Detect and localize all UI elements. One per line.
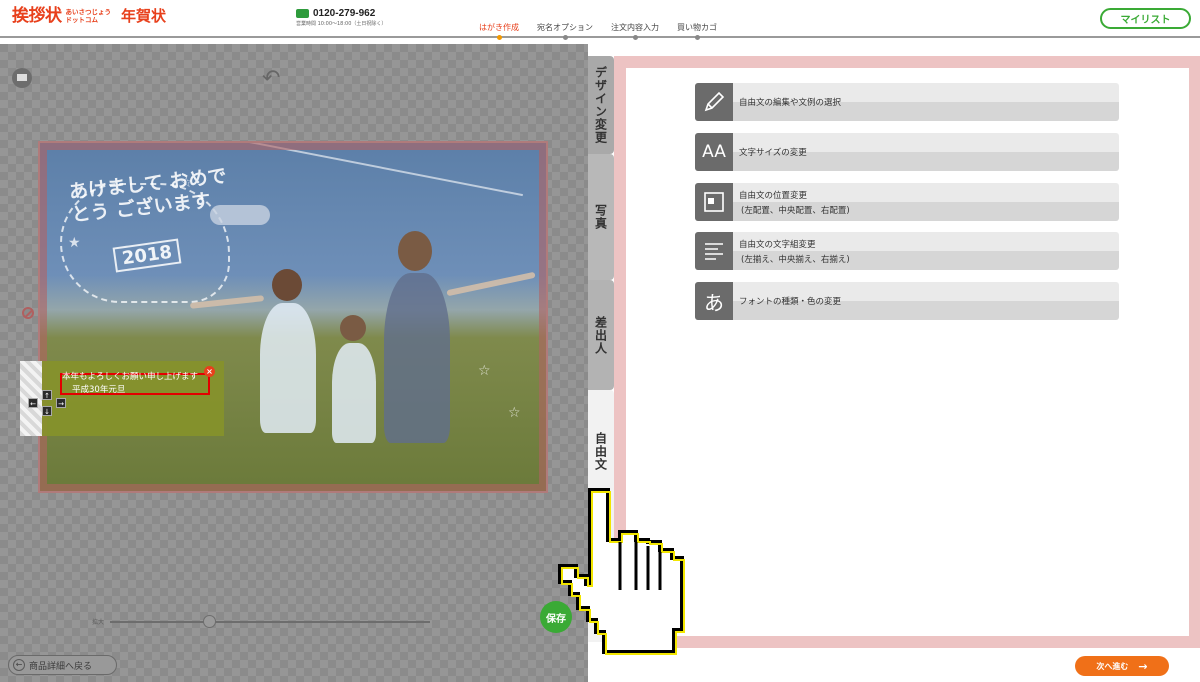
step-card-creation[interactable]: はがき作成 bbox=[470, 22, 528, 40]
menu-label: 自由文の編集や文例の選択 bbox=[739, 98, 842, 108]
font-size-glyph: AA bbox=[702, 142, 726, 162]
arrow-left-icon: ← bbox=[13, 659, 25, 671]
next-step-button[interactable]: 次へ進む → bbox=[1075, 656, 1169, 676]
pointer-hand-cursor-icon bbox=[558, 488, 685, 655]
phone-hours: 営業時間 10:00～18:00（土日祝除く） bbox=[296, 21, 387, 27]
prohibited-icon bbox=[22, 307, 34, 319]
tab-label: 差出人 bbox=[593, 316, 608, 355]
tab-design-change[interactable]: デザイン変更 bbox=[588, 56, 614, 154]
step-dot-icon bbox=[562, 35, 568, 40]
free-text-line-2[interactable]: 平成30年元旦 bbox=[72, 383, 125, 395]
font-size-icon: AA bbox=[695, 133, 733, 171]
free-dial-icon bbox=[296, 9, 309, 18]
logo-main-text: 挨拶状 bbox=[12, 6, 62, 26]
position-icon bbox=[695, 183, 733, 221]
menu-label: 自由文の位置変更 bbox=[739, 191, 808, 201]
card-editor-canvas: ↶ あけまして おめでとう ございます 2018 ☆ ★ ☆ ☆ 本年もよろしく… bbox=[0, 44, 588, 682]
free-text-line-1[interactable]: 本年もよろしくお願い申し上げます bbox=[62, 370, 198, 382]
logo-sub-top: あいさつじょう bbox=[65, 8, 112, 16]
card-bleed-frame bbox=[40, 143, 546, 491]
align-icon bbox=[695, 232, 733, 270]
mylist-button[interactable]: マイリスト bbox=[1100, 8, 1191, 29]
step-dot-icon bbox=[632, 35, 638, 40]
font-type-icon: あ bbox=[695, 282, 733, 320]
arrow-right-icon: → bbox=[1138, 659, 1148, 673]
move-down-handle-icon[interactable]: ↓ bbox=[42, 406, 52, 416]
next-button-label: 次へ進む bbox=[1096, 661, 1129, 671]
step-cart[interactable]: 買い物カゴ bbox=[668, 22, 726, 40]
logo-product-name: 年賀状 bbox=[121, 7, 167, 25]
menu-text-position[interactable]: 自由文の位置変更 (左配置、中央配置、右配置) bbox=[695, 183, 1119, 221]
menu-font-type-color[interactable]: あ フォントの種類・色の変更 bbox=[695, 282, 1119, 320]
logo-sub-bottom: ドットコム bbox=[65, 16, 99, 24]
back-to-product-button[interactable]: ← 商品詳細へ戻る bbox=[8, 655, 117, 675]
tab-label: デザイン変更 bbox=[593, 66, 608, 144]
move-right-handle-icon[interactable]: → bbox=[56, 398, 66, 408]
order-steps: はがき作成 宛名オプション 注文内容入力 買い物カゴ bbox=[470, 22, 726, 40]
font-type-glyph: あ bbox=[704, 290, 724, 315]
zoom-slider-knob[interactable] bbox=[203, 615, 216, 628]
menu-label: 文字サイズの変更 bbox=[739, 148, 807, 158]
step-address-option[interactable]: 宛名オプション bbox=[528, 22, 602, 40]
pencil-icon bbox=[695, 83, 733, 121]
phone-number: 0120-279-962 bbox=[313, 8, 376, 19]
menu-label: 自由文の文字組変更 bbox=[739, 240, 816, 250]
menu-label: フォントの種類・色の変更 bbox=[739, 297, 842, 307]
step-order-input[interactable]: 注文内容入力 bbox=[602, 22, 668, 40]
tab-label: 写真 bbox=[593, 204, 608, 230]
mail-icon[interactable] bbox=[12, 68, 32, 88]
back-button-label: 商品詳細へ戻る bbox=[29, 661, 93, 672]
tab-photo[interactable]: 写真 bbox=[588, 154, 614, 280]
support-phone: 0120-279-962 営業時間 10:00～18:00（土日祝除く） bbox=[296, 8, 386, 27]
menu-font-size[interactable]: AA 文字サイズの変更 bbox=[695, 133, 1119, 171]
step-dot-icon bbox=[496, 35, 502, 40]
undo-icon[interactable]: ↶ bbox=[262, 66, 280, 91]
site-logo[interactable]: 挨拶状 あいさつじょう ドットコム 年賀状 bbox=[12, 6, 166, 26]
menu-sub-label: (左揃え、中央揃え、右揃え) bbox=[741, 255, 850, 265]
logo-sub-text: あいさつじょう ドットコム bbox=[66, 8, 112, 24]
tab-sender[interactable]: 差出人 bbox=[588, 280, 614, 390]
app-header: 挨拶状 あいさつじょう ドットコム 年賀状 0120-279-962 営業時間 … bbox=[0, 0, 1200, 40]
zoom-slider-track[interactable] bbox=[110, 621, 430, 623]
menu-sub-label: (左配置、中央配置、右配置) bbox=[741, 206, 850, 216]
close-icon[interactable]: × bbox=[204, 366, 215, 377]
move-left-handle-icon[interactable]: ← bbox=[28, 398, 38, 408]
new-year-card-preview[interactable]: あけまして おめでとう ございます 2018 ☆ ★ ☆ ☆ bbox=[38, 141, 548, 493]
menu-edit-free-text[interactable]: 自由文の編集や文例の選択 bbox=[695, 83, 1119, 121]
step-dot-icon bbox=[694, 35, 700, 40]
move-up-handle-icon[interactable]: ↑ bbox=[42, 390, 52, 400]
menu-text-alignment[interactable]: 自由文の文字組変更 (左揃え、中央揃え、右揃え) bbox=[695, 232, 1119, 270]
zoom-label: 拡大 bbox=[92, 619, 105, 626]
